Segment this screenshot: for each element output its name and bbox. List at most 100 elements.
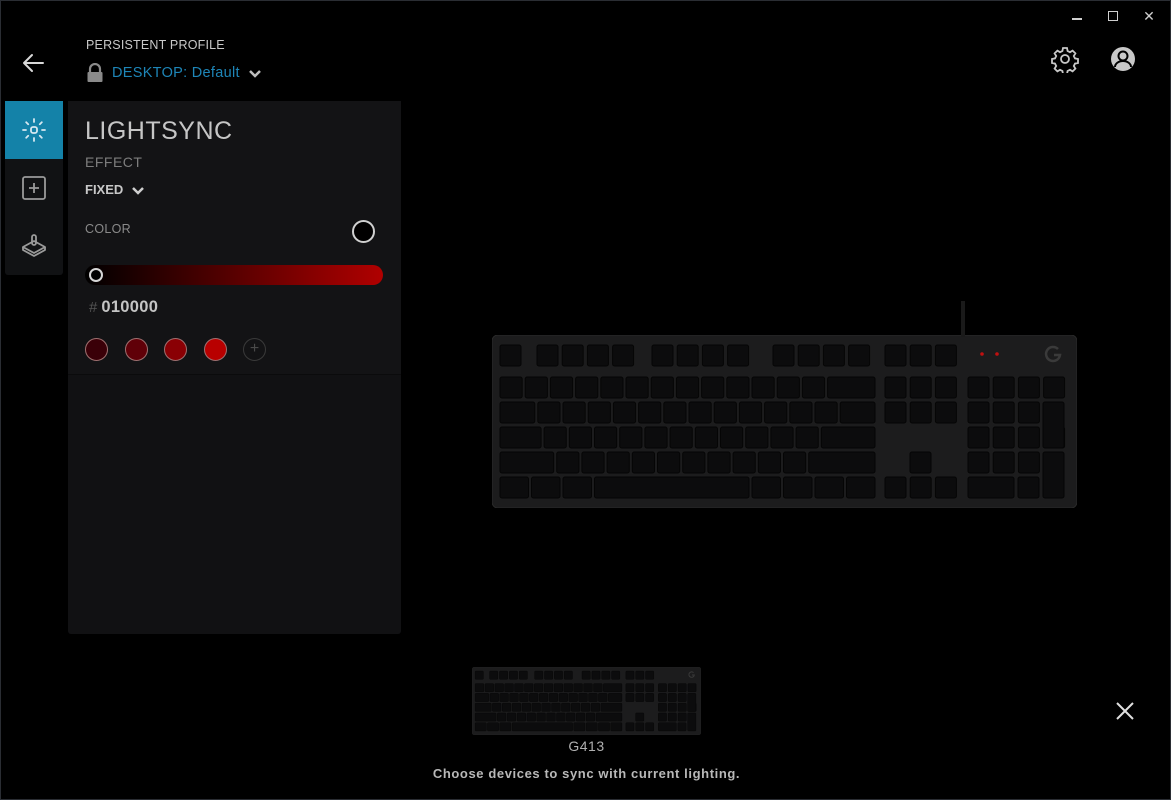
key — [612, 401, 637, 424]
key — [658, 683, 667, 692]
key — [967, 476, 1015, 499]
key — [783, 451, 807, 474]
key — [509, 670, 518, 680]
key — [474, 693, 489, 702]
swatch-1[interactable] — [85, 338, 108, 361]
dismiss-button[interactable] — [1113, 699, 1137, 723]
key — [541, 702, 551, 712]
key — [511, 702, 522, 712]
key — [651, 344, 674, 367]
minimize-button[interactable] — [1070, 9, 1084, 23]
key — [590, 702, 600, 712]
key — [489, 670, 499, 680]
key — [738, 401, 763, 424]
key — [594, 476, 750, 499]
key — [745, 426, 769, 449]
key — [499, 426, 542, 449]
settings-button[interactable] — [1051, 45, 1079, 75]
device-thumbnail-g413[interactable] — [472, 667, 701, 735]
sidebar-item-lightsync[interactable] — [5, 101, 63, 159]
key — [492, 702, 502, 712]
profile-dropdown[interactable]: DESKTOP: Default — [86, 63, 262, 83]
close-window-button[interactable]: ✕ — [1142, 9, 1156, 23]
key — [516, 712, 526, 722]
key — [770, 426, 794, 449]
key — [675, 376, 700, 399]
back-button[interactable] — [19, 49, 49, 77]
key — [713, 401, 737, 424]
key — [544, 670, 553, 680]
key — [677, 683, 687, 692]
key — [499, 722, 512, 732]
key — [776, 376, 800, 399]
key — [519, 670, 528, 680]
key — [553, 683, 563, 692]
sidebar-item-assignments[interactable] — [5, 159, 63, 217]
key — [526, 712, 536, 722]
swatch-2[interactable] — [124, 338, 148, 361]
hex-input[interactable]: # 010000 — [89, 298, 158, 317]
key — [499, 670, 508, 680]
key — [751, 476, 781, 499]
key — [610, 722, 623, 732]
hex-value[interactable]: 010000 — [101, 298, 158, 317]
key — [635, 712, 645, 722]
key — [658, 712, 667, 722]
key — [757, 451, 781, 474]
key — [720, 426, 744, 449]
num-lock-led — [995, 352, 999, 356]
key — [795, 426, 819, 449]
key — [764, 401, 788, 424]
keyboard-preview[interactable] — [492, 335, 1077, 508]
key — [644, 426, 668, 449]
account-button[interactable] — [1109, 45, 1137, 73]
key — [635, 693, 645, 702]
hex-prefix: # — [89, 299, 98, 316]
key — [474, 702, 492, 712]
key — [619, 426, 643, 449]
close-icon: ✕ — [1143, 8, 1155, 24]
key — [701, 344, 724, 367]
key — [645, 693, 654, 702]
key — [687, 693, 697, 712]
key — [668, 712, 677, 722]
key — [573, 722, 586, 732]
key — [587, 401, 611, 424]
effect-dropdown[interactable]: FIXED — [85, 182, 145, 197]
key — [593, 683, 603, 692]
key — [561, 702, 571, 712]
sync-message: Choose devices to sync with current ligh… — [432, 766, 741, 781]
swatch-3[interactable] — [164, 338, 187, 361]
key — [539, 693, 549, 702]
key — [551, 702, 561, 712]
key — [546, 712, 556, 722]
add-swatch-button[interactable]: + — [243, 338, 266, 361]
key — [578, 693, 588, 702]
key — [474, 670, 484, 680]
key — [677, 712, 687, 722]
key — [591, 670, 601, 680]
key — [543, 683, 554, 692]
key — [884, 344, 907, 367]
slider-thumb[interactable] — [89, 268, 103, 282]
maximize-button[interactable] — [1106, 9, 1120, 23]
key — [645, 722, 654, 732]
sidebar-item-game-mode[interactable] — [5, 217, 63, 275]
swatch-4[interactable] — [203, 338, 227, 361]
key — [556, 451, 580, 474]
key — [1042, 451, 1065, 499]
brightness-slider[interactable] — [85, 265, 383, 285]
key — [814, 476, 844, 499]
key — [598, 693, 608, 702]
key — [499, 376, 523, 399]
key — [537, 401, 561, 424]
color-preview[interactable] — [352, 220, 375, 243]
key — [514, 683, 524, 692]
key — [531, 476, 561, 499]
key — [707, 451, 731, 474]
key — [581, 670, 591, 680]
key — [568, 693, 578, 702]
key — [489, 693, 499, 702]
close-icon — [1116, 702, 1134, 720]
key — [992, 451, 1015, 474]
